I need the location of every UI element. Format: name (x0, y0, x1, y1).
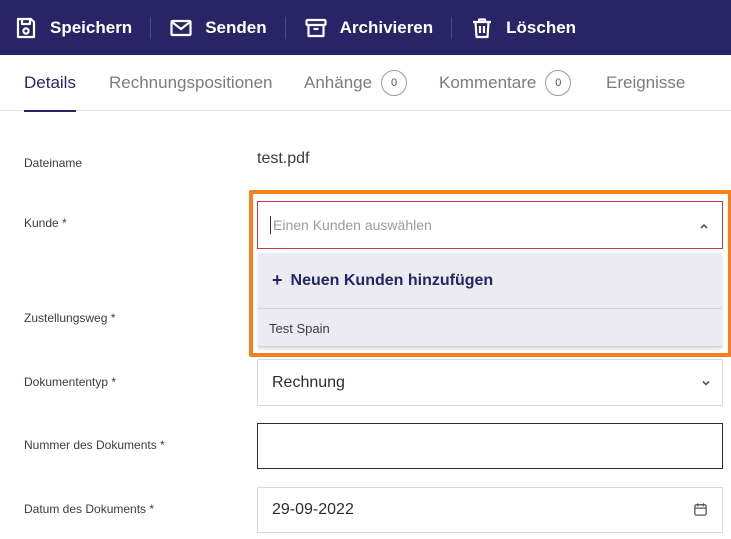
send-button[interactable]: Senden (169, 0, 267, 55)
docdate-input[interactable]: 29-09-2022 (257, 487, 723, 533)
chevron-up-icon[interactable] (698, 220, 710, 232)
calendar-icon[interactable] (693, 502, 708, 517)
customer-dropdown: + Neuen Kunden hinzufügen Test Spain (258, 253, 722, 347)
delivery-label: Zustellungsweg * (24, 311, 116, 325)
attachments-count-badge: 0 (381, 70, 408, 96)
docdate-label: Datum des Dokuments * (24, 502, 155, 516)
save-icon (16, 17, 36, 38)
delete-button[interactable]: Löschen (470, 0, 576, 55)
customer-placeholder: Einen Kunden auswählen (273, 217, 432, 233)
archive-button[interactable]: Archivieren (304, 0, 434, 55)
archive-label: Archivieren (339, 17, 434, 37)
envelope-icon (170, 19, 192, 36)
docdate-value: 29-09-2022 (272, 501, 354, 518)
tab-attachments[interactable]: Anhänge 0 (304, 55, 408, 111)
send-label: Senden (205, 17, 267, 37)
trash-icon (473, 17, 492, 38)
customer-option-label: Test Spain (269, 320, 330, 336)
customer-select[interactable]: Einen Kunden auswählen (257, 201, 723, 249)
doctype-select[interactable]: Rechnung (257, 359, 723, 406)
add-customer-label: Neuen Kunden hinzufügen (290, 271, 494, 289)
customer-option[interactable]: Test Spain (258, 309, 722, 347)
tab-label: Kommentare (439, 73, 537, 92)
tab-details[interactable]: Details (24, 55, 76, 112)
toolbar: Speichern Senden Archivieren Löschen (0, 0, 731, 55)
text-cursor (270, 216, 271, 234)
customer-label: Kunde * (24, 216, 67, 230)
archive-icon (305, 18, 327, 37)
delete-label: Löschen (506, 17, 577, 37)
save-button[interactable]: Speichern (14, 0, 132, 55)
tab-bar: Details Rechnungspositionen Anhänge 0 Ko… (0, 55, 731, 112)
doctype-value: Rechnung (272, 373, 345, 391)
tab-label: Ereignisse (606, 73, 686, 92)
chevron-down-icon (702, 380, 710, 386)
tab-comments[interactable]: Kommentare 0 (439, 55, 572, 111)
toolbar-divider (150, 16, 152, 39)
docnumber-input[interactable] (257, 423, 723, 469)
add-customer-option[interactable]: + Neuen Kunden hinzufügen (258, 253, 722, 309)
tab-events[interactable]: Ereignisse (606, 55, 685, 111)
save-label: Speichern (50, 17, 133, 37)
filename-label: Dateiname (24, 156, 83, 170)
tab-label: Rechnungspositionen (109, 73, 273, 92)
plus-icon: + (272, 270, 283, 290)
docnumber-label: Nummer des Dokuments * (24, 438, 165, 452)
doctype-label: Dokumententyp * (24, 375, 117, 389)
toolbar-divider (284, 16, 286, 39)
filename-value: test.pdf (257, 150, 310, 167)
tab-label: Details (24, 73, 76, 92)
tab-invoice-items[interactable]: Rechnungspositionen (109, 55, 273, 111)
toolbar-divider (451, 16, 453, 39)
comments-count-badge: 0 (545, 70, 572, 96)
tab-label: Anhänge (304, 73, 373, 92)
